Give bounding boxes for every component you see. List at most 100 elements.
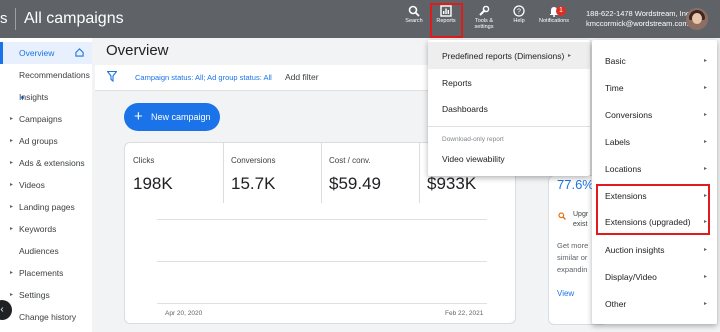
menu-item-dashboards[interactable]: Dashboards xyxy=(442,104,488,114)
campaign-status-value: All xyxy=(195,73,204,82)
sidebar-item-change-history[interactable]: Change history xyxy=(0,306,92,328)
svg-text:?: ? xyxy=(517,9,521,16)
sidebar-item-label: Audiences xyxy=(19,246,59,256)
submenu-item-auction-insights[interactable]: Auction insights xyxy=(605,245,665,255)
sidebar-item-ad-groups[interactable]: ▸ Ad groups xyxy=(0,130,92,152)
search-label: Search xyxy=(405,18,423,24)
sidebar-item-overview[interactable]: Overview xyxy=(0,42,92,64)
submenu-item-labels[interactable]: Labels xyxy=(605,137,630,147)
submenu-item-conversions[interactable]: Conversions xyxy=(605,110,652,120)
chevron-left-icon: ‹ xyxy=(0,304,4,315)
expand-arrow-icon: ▸ xyxy=(10,292,14,298)
submenu-arrow-icon: ▸ xyxy=(703,139,707,145)
sidebar-item-videos[interactable]: ▸ Videos xyxy=(0,174,92,196)
metric-cost-per-conv[interactable]: Cost / conv. $59.49 xyxy=(321,143,420,203)
submenu-arrow-icon: ▸ xyxy=(703,247,707,253)
metric-value: $59.49 xyxy=(329,174,381,193)
sidebar: Overview Recommendations Insights ▸ Camp… xyxy=(0,38,92,332)
sidebar-item-recommendations[interactable]: Recommendations xyxy=(0,64,92,100)
sidebar-item-label: Overview xyxy=(19,48,55,58)
sidebar-item-ads-extensions[interactable]: ▸ Ads & extensions xyxy=(0,152,92,174)
avatar[interactable] xyxy=(686,8,708,30)
search-icon xyxy=(408,5,420,17)
account-info[interactable]: 188-622-1478 Wordstream, Inc. kmccormick… xyxy=(586,9,692,29)
sidebar-item-label: Settings xyxy=(19,290,50,300)
chart-start-date: Apr 20, 2020 xyxy=(165,310,203,317)
metric-value: $933K xyxy=(427,174,477,193)
notifications-label: Notifications xyxy=(539,18,569,24)
page-title: All campaigns xyxy=(24,10,124,27)
sidebar-item-landing-pages[interactable]: ▸ Landing pages xyxy=(0,196,92,218)
adgroup-status-label: Ad group status: xyxy=(207,73,262,82)
sidebar-item-campaigns[interactable]: ▸ Campaigns xyxy=(0,108,92,130)
campaign-status-label: Campaign status: xyxy=(135,73,194,82)
menu-item-predefined-reports[interactable]: Predefined reports (Dimensions) xyxy=(442,51,564,61)
submenu-arrow-icon: ▸ xyxy=(568,53,572,59)
sidebar-item-label: Videos xyxy=(19,180,45,190)
submenu-item-display-video[interactable]: Display/Video xyxy=(605,272,657,282)
search-icon xyxy=(558,212,566,220)
chart-end-date: Feb 22, 2021 xyxy=(445,310,484,317)
chart-gridline xyxy=(157,303,487,304)
sidebar-item-label: Campaigns xyxy=(19,114,62,124)
menu-caption: Download-only report xyxy=(442,136,504,143)
home-icon xyxy=(75,48,84,57)
tools-settings-button[interactable]: Tools & settings xyxy=(464,5,504,30)
help-label: Help xyxy=(513,18,525,24)
chart-gridline xyxy=(157,261,487,262)
wrench-icon xyxy=(479,5,490,16)
title-divider xyxy=(15,8,16,30)
submenu-item-other[interactable]: Other xyxy=(605,299,626,309)
sidebar-item-label: Keywords xyxy=(19,224,57,234)
submenu-item-locations[interactable]: Locations xyxy=(605,164,641,174)
overview-title: Overview xyxy=(106,42,169,59)
sidebar-item-keywords[interactable]: ▸ Keywords xyxy=(0,218,92,240)
filter-summary[interactable]: Campaign status: All; Ad group status: A… xyxy=(135,73,272,82)
sidebar-item-label: Recommendations xyxy=(19,70,90,80)
menu-item-video-viewability[interactable]: Video viewability xyxy=(442,154,505,164)
metric-label: Cost / conv. xyxy=(329,156,371,165)
sidebar-item-settings[interactable]: ▸ Settings xyxy=(0,284,92,306)
help-icon: ? xyxy=(513,5,525,17)
sidebar-item-label: Insights xyxy=(19,92,49,102)
reports-menu: Predefined reports (Dimensions) ▸ Report… xyxy=(428,40,590,176)
sidebar-item-label: Ads & extensions xyxy=(19,158,85,168)
menu-item-reports[interactable]: Reports xyxy=(442,78,472,88)
notifications-button[interactable]: Notifications 1 xyxy=(532,5,576,24)
sidebar-item-label: Change history xyxy=(19,312,77,322)
metric-conversions[interactable]: Conversions 15.7K xyxy=(223,143,322,203)
submenu-arrow-icon: ▸ xyxy=(703,58,707,64)
submenu-arrow-icon: ▸ xyxy=(703,166,707,172)
adgroup-status-value: All xyxy=(263,73,272,82)
submenu-item-time[interactable]: Time xyxy=(605,83,624,93)
dimensions-submenu: Basic ▸ Time ▸ Conversions ▸ Labels ▸ Lo… xyxy=(592,40,717,324)
filter-icon[interactable] xyxy=(107,71,117,82)
expand-arrow-icon: ▸ xyxy=(10,204,14,210)
metric-value: 198K xyxy=(133,174,173,193)
metric-clicks[interactable]: Clicks 198K xyxy=(125,143,224,203)
upgrade-text: Upgr exist xyxy=(573,211,589,228)
expand-arrow-icon: ▸ xyxy=(10,160,14,166)
sidebar-item-insights[interactable]: Insights xyxy=(0,86,92,108)
add-filter-button[interactable]: Add filter xyxy=(285,72,319,82)
metric-label: Clicks xyxy=(133,156,155,165)
notification-badge: 1 xyxy=(556,6,566,16)
reports-highlight-box xyxy=(430,3,463,38)
metric-value: 15.7K xyxy=(231,174,276,193)
submenu-arrow-icon: ▸ xyxy=(703,301,707,307)
submenu-arrow-icon: ▸ xyxy=(703,274,707,280)
submenu-arrow-icon: ▸ xyxy=(703,85,707,91)
menu-divider xyxy=(428,126,590,127)
submenu-item-basic[interactable]: Basic xyxy=(605,56,626,66)
recommendation-text: Get more similar or expandin xyxy=(557,241,589,274)
top-bar: s All campaigns Search Reports Tools & s… xyxy=(0,0,720,38)
sidebar-item-label: Ad groups xyxy=(19,136,58,146)
sidebar-item-placements[interactable]: ▸ Placements xyxy=(0,262,92,284)
view-link[interactable]: View xyxy=(557,289,574,298)
new-campaign-button[interactable]: + New campaign xyxy=(124,103,220,131)
sidebar-item-audiences[interactable]: Audiences xyxy=(0,240,92,262)
expand-arrow-icon: ▸ xyxy=(10,116,14,122)
tools-label-2: settings xyxy=(474,24,494,30)
expand-arrow-icon: ▸ xyxy=(10,226,14,232)
plus-icon: + xyxy=(134,108,143,125)
